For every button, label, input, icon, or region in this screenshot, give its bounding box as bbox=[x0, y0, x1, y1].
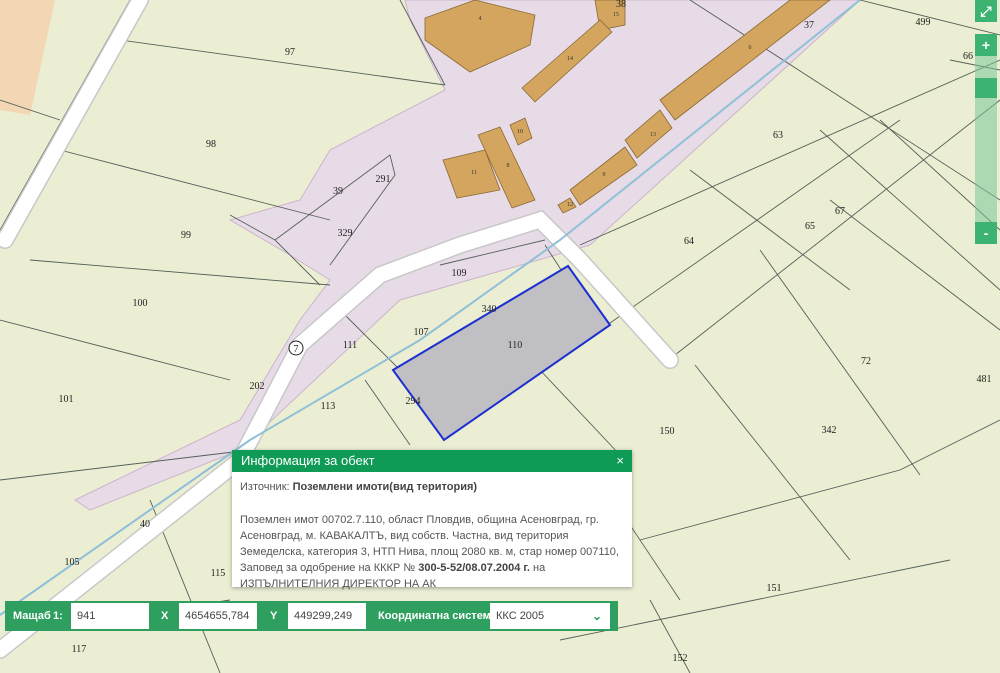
building-label: 12 bbox=[567, 202, 573, 208]
building-label: 11 bbox=[471, 170, 477, 176]
popup-title: Информация за обект bbox=[241, 453, 375, 468]
zoom-slider-track[interactable] bbox=[975, 56, 997, 222]
y-label: Y bbox=[270, 610, 278, 622]
parcel-label: 40 bbox=[140, 519, 150, 530]
parcel-label: 291 bbox=[376, 174, 391, 185]
parcel-label: 150 bbox=[660, 426, 675, 437]
building-label: 15 bbox=[613, 12, 619, 18]
zoom-in-button[interactable]: + bbox=[975, 34, 997, 56]
parcel-label: 117 bbox=[72, 644, 87, 655]
zoom-out-button[interactable]: - bbox=[975, 222, 997, 244]
source-value: Поземлени имоти(вид територия) bbox=[292, 481, 478, 493]
popup-description: Поземлен имот 00702.7.110, област Пловди… bbox=[240, 512, 624, 592]
coordinate-system-value: ККС 2005 bbox=[496, 610, 545, 622]
y-coordinate-input[interactable]: 449299,249 bbox=[288, 603, 366, 629]
parcel-label: 64 bbox=[684, 236, 694, 247]
building-label: 8 bbox=[507, 163, 510, 169]
building-label: 14 bbox=[567, 56, 573, 62]
parcel-label: 151 bbox=[767, 583, 782, 594]
order-number: 300-5-52/08.07.2004 г. bbox=[418, 562, 530, 574]
parcel-label: 499 bbox=[916, 17, 931, 28]
scale-label: Мащаб bbox=[13, 610, 51, 622]
expand-icon: ⤢ bbox=[980, 3, 992, 19]
parcel-label: 7 bbox=[294, 344, 299, 355]
parcel-label: 105 bbox=[65, 557, 80, 568]
building-label: 6 bbox=[749, 45, 752, 51]
parcel-label: 340 bbox=[482, 304, 497, 315]
source-label: Източник: bbox=[240, 481, 290, 493]
close-icon[interactable]: × bbox=[616, 450, 624, 472]
scale-input[interactable]: 941 bbox=[71, 603, 149, 629]
chevron-down-icon: ⌄ bbox=[591, 609, 602, 623]
building-label: 13 bbox=[650, 132, 656, 138]
x-coordinate-input[interactable]: 4654655,784 bbox=[179, 603, 257, 629]
parcel-label: 63 bbox=[773, 130, 783, 141]
coordinate-system-select[interactable]: ККС 2005 ⌄ bbox=[490, 603, 610, 629]
parcel-label: 111 bbox=[343, 340, 357, 351]
parcel-label: 72 bbox=[861, 356, 871, 367]
fullscreen-button[interactable]: ⤢ bbox=[975, 0, 997, 22]
parcel-label: 100 bbox=[133, 298, 148, 309]
parcel-label: 109 bbox=[452, 268, 467, 279]
scale-prefix: 1: bbox=[53, 610, 63, 622]
parcel-label: 202 bbox=[250, 381, 265, 392]
parcel-label: 152 bbox=[673, 653, 688, 664]
parcel-label: 37 bbox=[804, 20, 814, 31]
coordinate-system-label: Координатна система bbox=[378, 610, 497, 622]
building-label: 9 bbox=[603, 172, 606, 178]
parcel-label: 97 bbox=[285, 47, 295, 58]
coordinate-bar: Мащаб 1: 941 X 4654655,784 Y 449299,249 … bbox=[5, 601, 618, 631]
popup-header: Информация за обект × bbox=[232, 450, 632, 472]
parcel-label: 107 bbox=[414, 327, 429, 338]
parcel-label: 65 bbox=[805, 221, 815, 232]
x-label: X bbox=[161, 610, 169, 622]
parcel-label: 101 bbox=[59, 394, 74, 405]
parcel-label: 294 bbox=[406, 396, 421, 407]
object-info-popup: Информация за обект × Източник: Поземлен… bbox=[232, 450, 632, 590]
building-label: 4 bbox=[479, 16, 482, 22]
parcel-label: 481 bbox=[977, 374, 992, 385]
parcel-label: 99 bbox=[181, 230, 191, 241]
parcel-label: 67 bbox=[835, 206, 845, 217]
popup-source: Източник: Поземлени имоти(вид територия) bbox=[240, 479, 624, 495]
parcel-label: 38 bbox=[616, 0, 626, 10]
parcel-label: 66 bbox=[963, 51, 973, 62]
building-label: 10 bbox=[517, 129, 523, 135]
selected-parcel-label: 110 bbox=[508, 340, 523, 351]
parcel-label: 115 bbox=[211, 568, 226, 579]
parcel-label: 342 bbox=[822, 425, 837, 436]
parcel-label: 39 bbox=[333, 186, 343, 197]
parcel-label: 98 bbox=[206, 139, 216, 150]
parcel-label: 113 bbox=[321, 401, 336, 412]
zoom-slider-handle[interactable] bbox=[975, 78, 997, 98]
parcel-label: 329 bbox=[338, 228, 353, 239]
